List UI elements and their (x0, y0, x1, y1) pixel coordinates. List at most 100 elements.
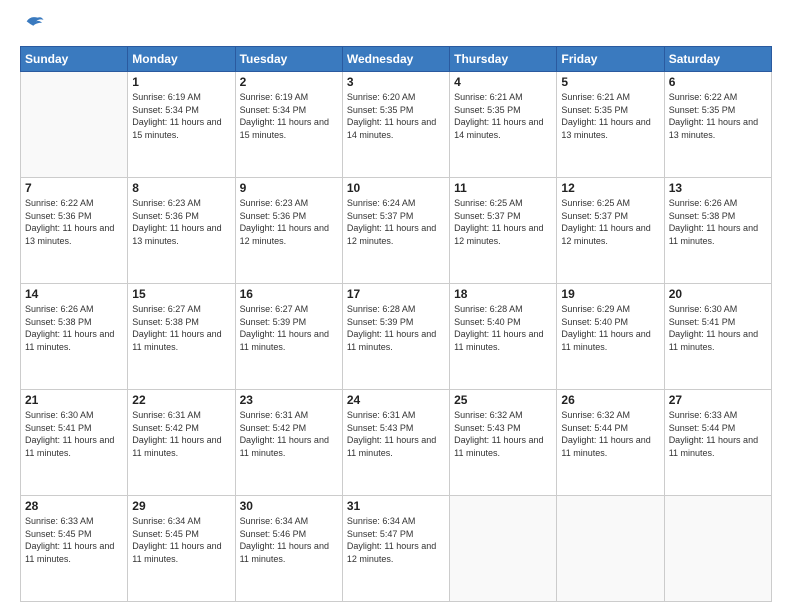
day-number: 18 (454, 287, 552, 301)
calendar-cell: 15 Sunrise: 6:27 AMSunset: 5:38 PMDayligh… (128, 284, 235, 390)
day-info: Sunrise: 6:30 AMSunset: 5:41 PMDaylight:… (25, 409, 123, 459)
day-info: Sunrise: 6:20 AMSunset: 5:35 PMDaylight:… (347, 91, 445, 141)
calendar-cell: 4 Sunrise: 6:21 AMSunset: 5:35 PMDaylight… (450, 72, 557, 178)
day-info: Sunrise: 6:34 AMSunset: 5:46 PMDaylight:… (240, 515, 338, 565)
calendar-cell: 19Sunrise: 6:29 AMSunset: 5:40 PMDayligh… (557, 284, 664, 390)
day-info: Sunrise: 6:33 AMSunset: 5:44 PMDaylight:… (669, 409, 767, 459)
calendar-cell: 2Sunrise: 6:19 AMSunset: 5:34 PMDaylight… (235, 72, 342, 178)
day-info: Sunrise: 6:21 AMSunset: 5:35 PMDaylight:… (454, 91, 552, 141)
calendar-cell: 3 Sunrise: 6:20 AMSunset: 5:35 PMDaylight… (342, 72, 449, 178)
day-info: Sunrise: 6:34 AMSunset: 5:47 PMDaylight:… (347, 515, 445, 565)
day-number: 27 (669, 393, 767, 407)
calendar-cell (450, 496, 557, 602)
day-number: 24 (347, 393, 445, 407)
day-info: Sunrise: 6:34 AMSunset: 5:45 PMDaylight:… (132, 515, 230, 565)
calendar-cell: 24 Sunrise: 6:31 AMSunset: 5:43 PMDayligh… (342, 390, 449, 496)
calendar-cell: 1Sunrise: 6:19 AMSunset: 5:34 PMDaylight… (128, 72, 235, 178)
day-number: 25 (454, 393, 552, 407)
day-info: Sunrise: 6:27 AMSunset: 5:38 PMDaylight:… (132, 303, 230, 353)
calendar-cell: 12 Sunrise: 6:25 AMSunset: 5:37 PMDayligh… (557, 178, 664, 284)
day-info: Sunrise: 6:32 AMSunset: 5:44 PMDaylight:… (561, 409, 659, 459)
day-number: 26 (561, 393, 659, 407)
day-info: Sunrise: 6:26 AMSunset: 5:38 PMDaylight:… (669, 197, 767, 247)
weekday-header-thursday: Thursday (450, 47, 557, 72)
day-info: Sunrise: 6:19 AMSunset: 5:34 PMDaylight:… (240, 91, 338, 141)
calendar-cell: 27 Sunrise: 6:33 AMSunset: 5:44 PMDayligh… (664, 390, 771, 496)
calendar-cell: 28 Sunrise: 6:33 AMSunset: 5:45 PMDayligh… (21, 496, 128, 602)
week-row-3: 14 Sunrise: 6:26 AMSunset: 5:38 PMDayligh… (21, 284, 772, 390)
day-info: Sunrise: 6:33 AMSunset: 5:45 PMDaylight:… (25, 515, 123, 565)
day-number: 1 (132, 75, 230, 89)
day-info: Sunrise: 6:25 AMSunset: 5:37 PMDaylight:… (561, 197, 659, 247)
week-row-5: 28 Sunrise: 6:33 AMSunset: 5:45 PMDayligh… (21, 496, 772, 602)
day-info: Sunrise: 6:22 AMSunset: 5:36 PMDaylight:… (25, 197, 123, 247)
weekday-header-friday: Friday (557, 47, 664, 72)
calendar-cell: 26 Sunrise: 6:32 AMSunset: 5:44 PMDayligh… (557, 390, 664, 496)
day-number: 6 (669, 75, 767, 89)
calendar-cell: 29 Sunrise: 6:34 AMSunset: 5:45 PMDayligh… (128, 496, 235, 602)
calendar-cell: 30 Sunrise: 6:34 AMSunset: 5:46 PMDayligh… (235, 496, 342, 602)
day-number: 11 (454, 181, 552, 195)
day-number: 30 (240, 499, 338, 513)
day-info: Sunrise: 6:31 AMSunset: 5:43 PMDaylight:… (347, 409, 445, 459)
calendar-cell: 9Sunrise: 6:23 AMSunset: 5:36 PMDaylight… (235, 178, 342, 284)
day-info: Sunrise: 6:26 AMSunset: 5:38 PMDaylight:… (25, 303, 123, 353)
day-info: Sunrise: 6:22 AMSunset: 5:35 PMDaylight:… (669, 91, 767, 141)
calendar-cell: 20 Sunrise: 6:30 AMSunset: 5:41 PMDayligh… (664, 284, 771, 390)
page: SundayMondayTuesdayWednesdayThursdayFrid… (0, 0, 792, 612)
calendar-cell (557, 496, 664, 602)
week-row-2: 7 Sunrise: 6:22 AMSunset: 5:36 PMDaylight… (21, 178, 772, 284)
day-info: Sunrise: 6:23 AMSunset: 5:36 PMDaylight:… (240, 197, 338, 247)
weekday-header-row: SundayMondayTuesdayWednesdayThursdayFrid… (21, 47, 772, 72)
day-info: Sunrise: 6:30 AMSunset: 5:41 PMDaylight:… (669, 303, 767, 353)
day-number: 17 (347, 287, 445, 301)
calendar-cell: 21Sunrise: 6:30 AMSunset: 5:41 PMDayligh… (21, 390, 128, 496)
day-number: 29 (132, 499, 230, 513)
weekday-header-wednesday: Wednesday (342, 47, 449, 72)
calendar-cell: 10 Sunrise: 6:24 AMSunset: 5:37 PMDayligh… (342, 178, 449, 284)
header (20, 18, 772, 36)
day-info: Sunrise: 6:28 AMSunset: 5:39 PMDaylight:… (347, 303, 445, 353)
calendar-cell: 25 Sunrise: 6:32 AMSunset: 5:43 PMDayligh… (450, 390, 557, 496)
day-number: 8 (132, 181, 230, 195)
day-number: 28 (25, 499, 123, 513)
weekday-header-saturday: Saturday (664, 47, 771, 72)
day-number: 7 (25, 181, 123, 195)
logo-bird-icon (23, 14, 45, 36)
day-number: 12 (561, 181, 659, 195)
day-info: Sunrise: 6:32 AMSunset: 5:43 PMDaylight:… (454, 409, 552, 459)
day-number: 3 (347, 75, 445, 89)
day-info: Sunrise: 6:31 AMSunset: 5:42 PMDaylight:… (132, 409, 230, 459)
day-number: 31 (347, 499, 445, 513)
calendar-cell: 14 Sunrise: 6:26 AMSunset: 5:38 PMDayligh… (21, 284, 128, 390)
week-row-4: 21Sunrise: 6:30 AMSunset: 5:41 PMDayligh… (21, 390, 772, 496)
day-number: 14 (25, 287, 123, 301)
calendar-cell: 8Sunrise: 6:23 AMSunset: 5:36 PMDaylight… (128, 178, 235, 284)
weekday-header-sunday: Sunday (21, 47, 128, 72)
week-row-1: 1 Sunrise: 6:19 AMSunset: 5:34 PMDaylight… (21, 72, 772, 178)
day-number: 15 (132, 287, 230, 301)
calendar-cell: 31 Sunrise: 6:34 AMSunset: 5:47 PMDayligh… (342, 496, 449, 602)
calendar-cell (664, 496, 771, 602)
day-info: Sunrise: 6:29 AMSunset: 5:40 PMDaylight:… (561, 303, 659, 353)
day-number: 4 (454, 75, 552, 89)
day-info: Sunrise: 6:25 AMSunset: 5:37 PMDaylight:… (454, 197, 552, 247)
calendar-cell: 7 Sunrise: 6:22 AMSunset: 5:36 PMDaylight… (21, 178, 128, 284)
day-info: Sunrise: 6:24 AMSunset: 5:37 PMDaylight:… (347, 197, 445, 247)
calendar-cell: 6 Sunrise: 6:22 AMSunset: 5:35 PMDaylight… (664, 72, 771, 178)
day-info: Sunrise: 6:27 AMSunset: 5:39 PMDaylight:… (240, 303, 338, 353)
calendar-cell: 22 Sunrise: 6:31 AMSunset: 5:42 PMDayligh… (128, 390, 235, 496)
day-number: 20 (669, 287, 767, 301)
calendar-cell (21, 72, 128, 178)
weekday-header-tuesday: Tuesday (235, 47, 342, 72)
calendar-cell: 23Sunrise: 6:31 AMSunset: 5:42 PMDayligh… (235, 390, 342, 496)
calendar-cell: 17 Sunrise: 6:28 AMSunset: 5:39 PMDayligh… (342, 284, 449, 390)
day-number: 10 (347, 181, 445, 195)
calendar-cell: 13Sunrise: 6:26 AMSunset: 5:38 PMDayligh… (664, 178, 771, 284)
weekday-header-monday: Monday (128, 47, 235, 72)
day-number: 16 (240, 287, 338, 301)
calendar-cell: 11 Sunrise: 6:25 AMSunset: 5:37 PMDayligh… (450, 178, 557, 284)
calendar-cell: 18Sunrise: 6:28 AMSunset: 5:40 PMDayligh… (450, 284, 557, 390)
day-number: 5 (561, 75, 659, 89)
day-number: 22 (132, 393, 230, 407)
